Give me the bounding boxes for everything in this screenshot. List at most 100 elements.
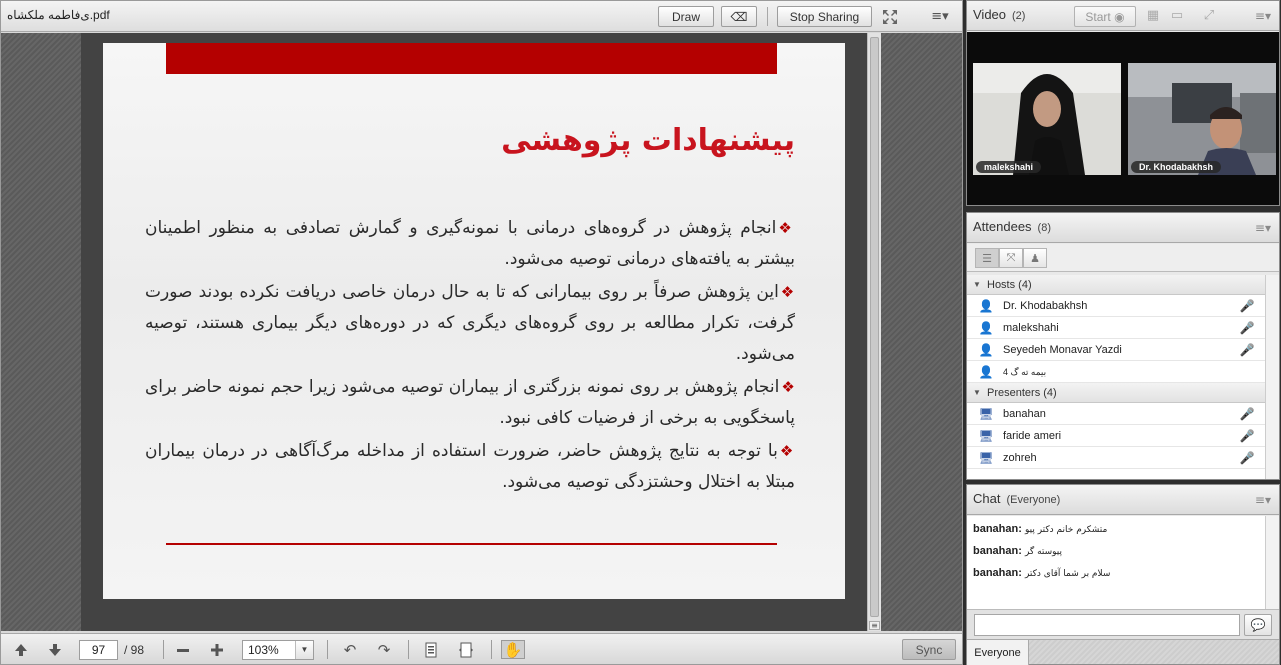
footer-divider <box>491 640 492 659</box>
list-view-icon[interactable]: ☰ <box>975 248 999 268</box>
host-user-icon: 👤 <box>978 321 994 335</box>
hand-tool-icon[interactable]: ✋ <box>501 640 525 659</box>
collapse-triangle-icon[interactable]: ▼ <box>973 383 981 403</box>
attendee-row[interactable]: 🖥 zohreh 🎤 <box>967 447 1265 469</box>
chat-sender: banahan: <box>973 545 1022 557</box>
chat-scope: (Everyone) <box>1006 494 1061 506</box>
presenters-group-label: Presenters (4) <box>987 387 1057 399</box>
page-total: / 98 <box>124 643 145 657</box>
video-name: Dr. Khodabakhsh <box>1131 161 1222 173</box>
microphone-muted-icon: 🎤 <box>1239 429 1255 443</box>
video-tile[interactable]: Dr. Khodabakhsh <box>1128 63 1276 175</box>
attendee-row[interactable]: 👤 malekshahi 🎤 <box>967 317 1265 339</box>
attendee-row[interactable]: 👤 4 بیمه ته گ <box>967 361 1265 383</box>
zoom-out-icon[interactable] <box>173 640 193 659</box>
grid-view-icon[interactable]: ▦ <box>1143 6 1163 25</box>
breakout-icon[interactable]: ⤧ <box>999 248 1023 268</box>
chat-text: پیوسته گر <box>1024 547 1063 557</box>
video-feed-image <box>973 63 1121 175</box>
attendee-row[interactable]: 👤 Dr. Khodabakhsh 🎤 <box>967 295 1265 317</box>
video-name: malekshahi <box>976 161 1042 173</box>
chevron-down-icon[interactable]: ▼ <box>295 641 313 659</box>
slide-bullet-item: ❖این پژوهش صرفاً بر روی بیمارانی که تا ب… <box>145 277 795 370</box>
attendee-row[interactable]: 🖥 banahan 🎤 <box>967 403 1265 425</box>
rotate-left-icon[interactable]: ↶ <box>340 640 360 659</box>
attendee-name: malekshahi <box>1003 322 1059 334</box>
attendees-title: Attendees (8) <box>973 219 1051 234</box>
share-pod: ی‌فاطمه ملکشاه.pdf Draw ⌫ Stop Sharing ≡… <box>0 0 963 665</box>
chat-input[interactable] <box>974 614 1240 636</box>
start-video-button[interactable]: Start ◉ <box>1074 6 1136 27</box>
slide-bullet-text: با توجه به نتایج پژوهش حاضر، ضرورت استفا… <box>145 441 795 492</box>
fullscreen-icon[interactable]: ⤢ <box>1199 6 1219 25</box>
status-view-icon[interactable]: ♟ <box>1023 248 1047 268</box>
next-page-icon[interactable] <box>45 640 65 659</box>
chat-pod: Chat (Everyone) ≡▾ banahan: متشکرم خانم د… <box>966 484 1280 665</box>
webcam-icon: ◉ <box>1114 9 1125 24</box>
attendees-list: ▼ Hosts (4) 👤 Dr. Khodabakhsh 🎤 👤 maleks… <box>967 275 1265 479</box>
document-title: ی‌فاطمه ملکشاه.pdf <box>7 8 110 22</box>
video-count: (2) <box>1012 10 1026 22</box>
sync-button[interactable]: Sync <box>902 639 956 660</box>
hosts-group[interactable]: ▼ Hosts (4) <box>967 275 1265 295</box>
share-stage: پیشنهادات پژوهشی ❖انجام پژوهش در گروه‌ها… <box>1 33 881 631</box>
eraser-icon: ⌫ <box>730 9 748 24</box>
microphone-muted-icon: 🎤 <box>1239 321 1255 335</box>
presenters-group[interactable]: ▼ Presenters (4) <box>967 383 1265 403</box>
diamond-bullet-icon: ❖ <box>781 378 795 396</box>
diamond-bullet-icon: ❖ <box>779 442 795 460</box>
chat-sender: banahan: <box>973 523 1022 535</box>
attendees-count: (8) <box>1037 222 1051 234</box>
fit-page-icon[interactable] <box>421 640 441 659</box>
stop-sharing-button[interactable]: Stop Sharing <box>777 6 872 27</box>
eraser-button[interactable]: ⌫ <box>721 6 757 27</box>
slide-frame: پیشنهادات پژوهشی ❖انجام پژوهش در گروه‌ها… <box>81 33 867 631</box>
fullscreen-icon[interactable] <box>880 7 900 26</box>
zoom-in-icon[interactable] <box>207 640 227 659</box>
host-user-icon: 👤 <box>978 365 994 379</box>
pod-menu-icon[interactable]: ≡▾ <box>1255 493 1271 507</box>
slide-bullet-text: انجام پژوهش بر روی نمونه بزرگتری از بیما… <box>145 377 795 428</box>
pod-menu-icon[interactable]: ≡▾ <box>928 7 952 26</box>
chat-messages: banahan: متشکرم خانم دکتر پیو banahan: پ… <box>967 516 1265 609</box>
collapse-triangle-icon[interactable]: ▼ <box>973 275 981 295</box>
scrollbar-thumb[interactable] <box>870 37 879 617</box>
footer-divider <box>408 640 409 659</box>
prev-page-icon[interactable] <box>11 640 31 659</box>
pod-menu-icon[interactable]: ≡▾ <box>1255 221 1271 235</box>
slide-footer-line <box>166 543 777 545</box>
chat-sender: banahan: <box>973 567 1022 579</box>
attendee-row[interactable]: 🖥 faride ameri 🎤 <box>967 425 1265 447</box>
vertical-scrollbar[interactable]: ≡ <box>867 33 881 631</box>
chat-tabs: Everyone <box>967 639 1279 665</box>
slide-bullet-text: این پژوهش صرفاً بر روی بیمارانی که تا به… <box>145 282 795 364</box>
attendees-scrollbar[interactable] <box>1265 275 1279 479</box>
draw-button[interactable]: Draw <box>658 6 714 27</box>
attendees-pod: Attendees (8) ≡▾ ☰ ⤧ ♟ ▼ Hosts (4) 👤 Dr. … <box>966 212 1280 480</box>
footer-divider <box>327 640 328 659</box>
chat-scrollbar[interactable] <box>1265 516 1279 609</box>
chat-text: سلام بر شما آقای دکتر <box>1024 569 1111 579</box>
tab-everyone[interactable]: Everyone <box>967 640 1029 665</box>
page-number-input[interactable]: 97 <box>79 640 118 660</box>
video-title: Video (2) <box>973 7 1026 22</box>
attendee-name: zohreh <box>1003 452 1037 464</box>
presenter-user-icon: 🖥 <box>978 429 994 443</box>
share-footer: 97 / 98 103% ▼ ↶ ↷ ✋ Sync <box>1 633 962 664</box>
filmstrip-view-icon[interactable]: ▭ <box>1167 6 1187 25</box>
pod-menu-icon[interactable]: ≡▾ <box>1255 9 1271 23</box>
attendee-row[interactable]: 👤 Seyedeh Monavar Yazdi 🎤 <box>967 339 1265 361</box>
slide-title: پیشنهادات پژوهشی <box>501 123 795 158</box>
chat-input-area: 💬 <box>967 609 1279 639</box>
zoom-select[interactable]: 103% ▼ <box>242 640 314 660</box>
chat-message: banahan: پیوسته گر <box>973 545 1259 567</box>
send-message-icon[interactable]: 💬 <box>1244 614 1272 636</box>
video-tile[interactable]: malekshahi <box>973 63 1121 175</box>
slide-bullet-item: ❖انجام پژوهش در گروه‌های درمانی با نمونه… <box>145 213 795 275</box>
chat-message: banahan: متشکرم خانم دکتر پیو <box>973 523 1259 545</box>
app-root: ی‌فاطمه ملکشاه.pdf Draw ⌫ Stop Sharing ≡… <box>0 0 1281 665</box>
fit-width-icon[interactable] <box>456 640 476 659</box>
rotate-right-icon[interactable]: ↷ <box>374 640 394 659</box>
video-header: Video (2) Start ◉ ▦ ▭ ⤢ ≡▾ <box>967 1 1279 31</box>
resize-grip-icon[interactable]: ≡ <box>869 621 880 630</box>
